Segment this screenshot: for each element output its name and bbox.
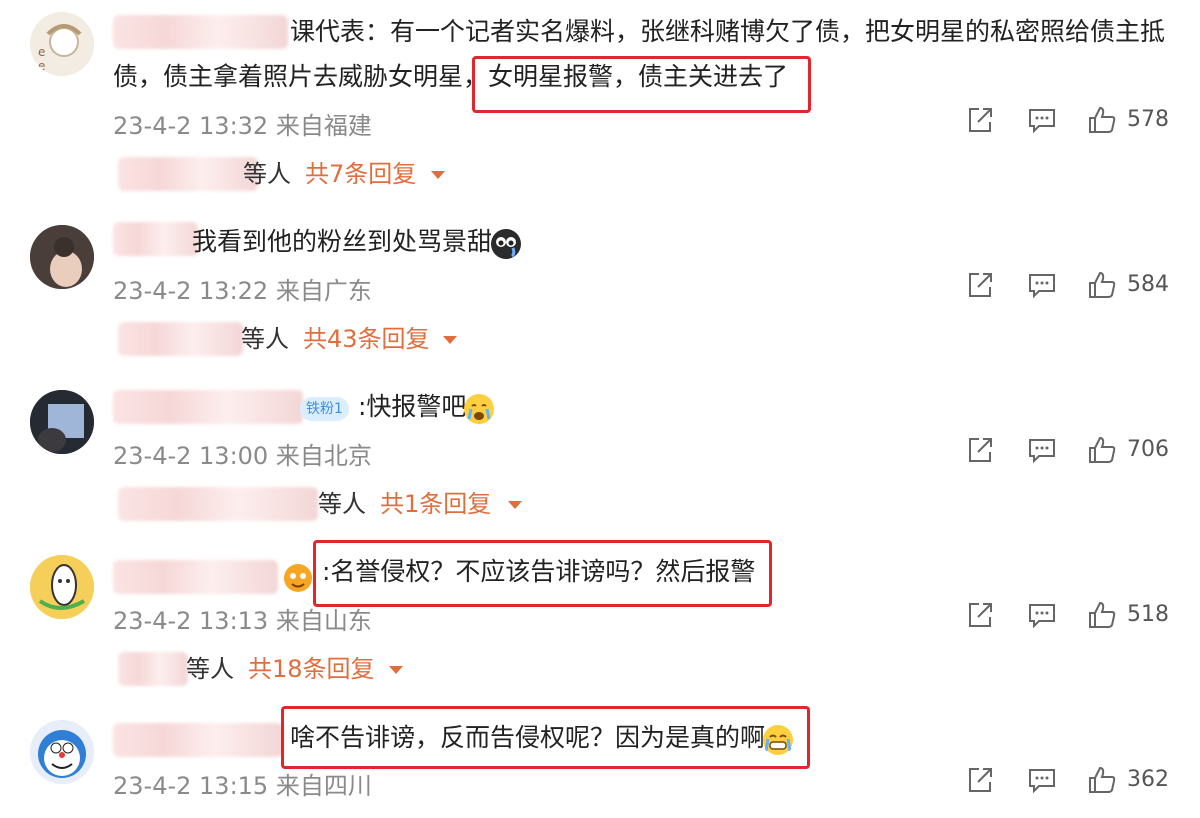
blurred-reply-usernames [118, 487, 318, 521]
comment-time: 23-4-2 13:13 [113, 607, 269, 635]
comment-text-line1: 课代表：有一个记者实名爆料，张继科赌博欠了债，把女明星的私密照给债主抵 [290, 17, 1166, 46]
share-icon[interactable] [965, 435, 995, 465]
avatar[interactable] [30, 720, 94, 784]
like-count: 584 [1127, 272, 1169, 297]
like-count: 518 [1127, 602, 1169, 627]
reply-summary[interactable]: 等人 共1条回复 [113, 487, 533, 521]
comment-meta: 23-4-2 13:32 来自福建 [113, 106, 372, 141]
share-icon[interactable] [965, 765, 995, 795]
caret-down-icon[interactable] [508, 501, 522, 509]
comment-time: 23-4-2 13:22 [113, 277, 269, 305]
like-icon[interactable] [1087, 765, 1117, 795]
reply-summary[interactable]: 等人 共18条回复 [113, 652, 413, 686]
comment-meta: 23-4-2 13:22 来自广东 [113, 271, 372, 306]
blurred-reply-usernames [118, 652, 188, 686]
blurred-reply-usernames [118, 157, 258, 191]
like-count: 362 [1127, 767, 1169, 792]
like-icon[interactable] [1087, 105, 1117, 135]
reply-users-suffix: 等人 [243, 160, 291, 188]
comment-icon[interactable] [1027, 435, 1057, 465]
blurred-username[interactable] [113, 390, 303, 424]
comment-meta: 23-4-2 13:00 来自北京 [113, 436, 372, 471]
reply-users-suffix: 等人 [186, 655, 234, 683]
highlight-box [313, 540, 772, 607]
comment-text-content: 我看到他的粉丝到处骂景甜 [192, 227, 493, 256]
caret-down-icon[interactable] [443, 336, 457, 344]
blurred-username[interactable] [113, 723, 283, 757]
comment-location: 来自四川 [275, 772, 372, 800]
crying-emoji-icon [464, 394, 494, 424]
reply-users-suffix: 等人 [241, 325, 289, 353]
avatar[interactable] [30, 225, 94, 289]
comment-meta: 23-4-2 13:15 来自四川 [113, 766, 372, 801]
like-count: 578 [1127, 107, 1169, 132]
blurred-reply-usernames [118, 322, 243, 356]
avatar[interactable] [30, 555, 94, 619]
highlight-box [472, 56, 811, 113]
blurred-username[interactable] [113, 222, 198, 256]
like-icon[interactable] [1087, 435, 1117, 465]
reply-count[interactable]: 共1条回复 [380, 487, 491, 521]
comment-icon[interactable] [1027, 600, 1057, 630]
reply-count[interactable]: 共7条回复 [305, 157, 416, 191]
reply-count[interactable]: 共43条回复 [303, 322, 430, 356]
share-icon[interactable] [965, 600, 995, 630]
blurred-username[interactable] [113, 15, 288, 49]
blurred-username[interactable] [113, 560, 278, 594]
comment-location: 来自福建 [275, 112, 372, 140]
comment-icon[interactable] [1027, 270, 1057, 300]
comment-location: 来自北京 [275, 442, 372, 470]
like-icon[interactable] [1087, 600, 1117, 630]
svg-text:e: e [38, 59, 45, 73]
reply-summary[interactable]: 等人 共7条回复 [113, 157, 473, 191]
like-count: 706 [1127, 437, 1169, 462]
avatar[interactable]: ee [30, 12, 94, 76]
reply-users-suffix: 等人 [318, 490, 366, 518]
comment-time: 23-4-2 13:32 [113, 112, 269, 140]
comment-text: 我看到他的粉丝到处骂景甜 [192, 222, 492, 262]
reply-summary[interactable]: 等人 共43条回复 [113, 322, 473, 356]
comment-meta: 23-4-2 13:13 来自山东 [113, 601, 372, 636]
comment-time: 23-4-2 13:15 [113, 772, 269, 800]
comment-time: 23-4-2 13:00 [113, 442, 269, 470]
fan-badge: 铁粉1 [300, 397, 349, 421]
caret-down-icon[interactable] [431, 171, 445, 179]
comment-icon[interactable] [1027, 765, 1057, 795]
cry-face-icon [491, 229, 521, 259]
comment-text: :快报警吧 [358, 392, 467, 421]
comment-text-prefix: 债，债主拿着照片去威胁女明星， [113, 62, 489, 91]
share-icon[interactable] [965, 105, 995, 135]
reply-count[interactable]: 共18条回复 [248, 652, 375, 686]
sticker-icon [284, 564, 312, 592]
caret-down-icon[interactable] [389, 666, 403, 674]
avatar[interactable] [30, 390, 94, 454]
comment-location: 来自广东 [275, 277, 372, 305]
share-icon[interactable] [965, 270, 995, 300]
like-icon[interactable] [1087, 270, 1117, 300]
svg-text:e: e [38, 45, 45, 59]
comment-location: 来自山东 [275, 607, 372, 635]
highlight-box [281, 706, 810, 769]
comment-icon[interactable] [1027, 105, 1057, 135]
